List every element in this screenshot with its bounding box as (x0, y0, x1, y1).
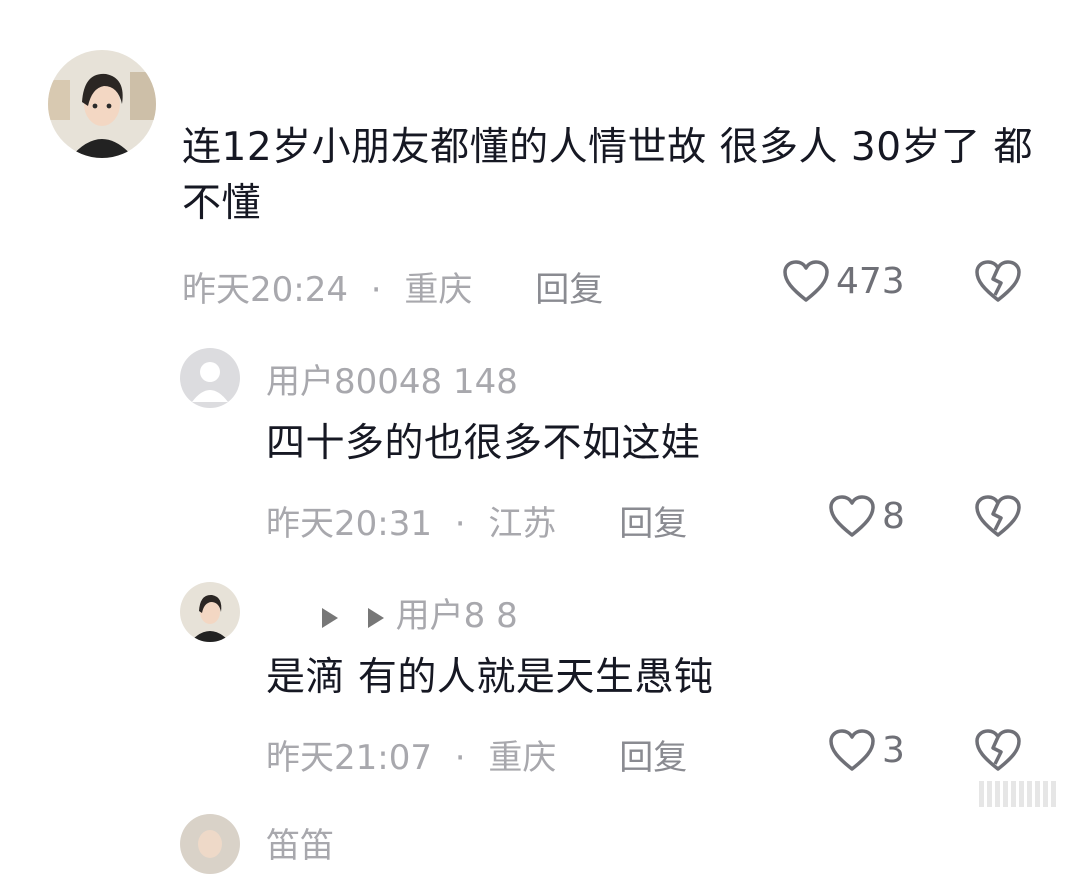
like-count: 473 (836, 260, 905, 302)
username[interactable]: 笛笛 (266, 818, 334, 867)
like-count: 8 (882, 495, 905, 537)
play-icon (367, 607, 384, 628)
comment-location: 重庆 (404, 270, 473, 310)
username-prefix-blur (300, 596, 322, 636)
comment-meta: 昨天20:24 · 重庆 回复 (182, 262, 603, 311)
comment-text: 四十多的也很多不如这娃 (266, 421, 701, 466)
like-count: 3 (882, 729, 905, 771)
heart-outline-icon (829, 495, 875, 537)
like-button[interactable]: 8 (828, 494, 905, 538)
broken-heart-icon (975, 495, 1021, 537)
dislike-button[interactable] (974, 259, 1022, 307)
meta-separator: · (454, 504, 466, 544)
broken-heart-icon (975, 260, 1021, 302)
username[interactable]: 用户8 8 (300, 588, 518, 637)
play-icon (321, 607, 338, 628)
broken-heart-icon (975, 729, 1021, 771)
like-button[interactable]: 3 (828, 728, 905, 772)
comment-text: 连12岁小朋友都懂的人情世故 很多人 30岁了 都不懂 (182, 125, 1033, 226)
avatar[interactable] (180, 348, 240, 408)
heart-outline-icon (783, 260, 829, 302)
username[interactable]: 用户80048 148 (266, 354, 561, 403)
like-button[interactable]: 473 (782, 259, 905, 303)
avatar-image (180, 582, 240, 642)
username-blur (518, 362, 561, 402)
comment-time: 昨天20:24 (182, 270, 348, 310)
comment-time: 昨天21:07 (266, 738, 432, 778)
reply-button[interactable]: 回复 (535, 262, 603, 311)
comment-text: 是滴 有的人就是天生愚钝 (266, 655, 714, 700)
comment-meta: 昨天20:31 · 江苏 回复 (266, 496, 687, 545)
default-user-icon (180, 348, 240, 408)
comment-time: 昨天20:31 (266, 504, 432, 544)
comment-location: 江苏 (488, 504, 557, 544)
comment-location: 重庆 (488, 738, 557, 778)
avatar[interactable] (180, 582, 240, 642)
comment-meta: 昨天21:07 · 重庆 回复 (266, 730, 687, 779)
reply-button[interactable]: 回复 (619, 730, 687, 779)
meta-separator: · (454, 738, 466, 778)
avatar[interactable] (48, 50, 156, 158)
heart-outline-icon (829, 729, 875, 771)
dislike-button[interactable] (974, 494, 1022, 542)
meta-separator: · (370, 270, 382, 310)
avatar[interactable] (180, 814, 240, 874)
watermark (979, 781, 1056, 807)
avatar-image (180, 814, 240, 874)
avatar-image (48, 50, 156, 158)
reply-button[interactable]: 回复 (619, 496, 687, 545)
dislike-button[interactable] (974, 728, 1022, 776)
